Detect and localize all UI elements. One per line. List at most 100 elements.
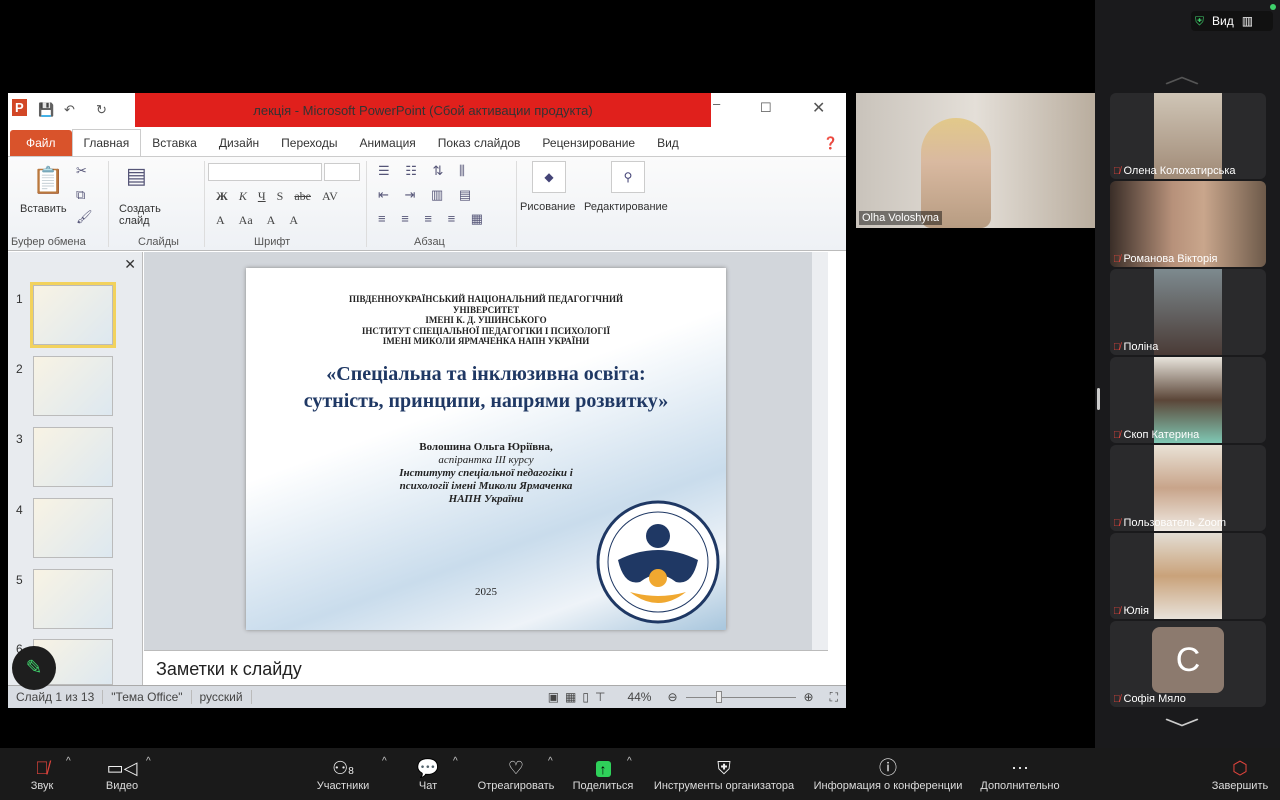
slide-author-line: психології імені Миколи Ярмаченка: [399, 479, 573, 492]
video-options-caret[interactable]: ^: [146, 756, 151, 767]
slide-thumbnail[interactable]: [33, 498, 113, 558]
indent-icons[interactable]: ⇤ ⇥ ▥ ▤: [378, 187, 477, 203]
panel-resize-handle[interactable]: [1097, 388, 1100, 410]
participants-button[interactable]: ⚇8 Участники: [312, 748, 374, 800]
participant-tile[interactable]: C 🎙̸ Софія Мяло: [1110, 621, 1266, 707]
slide-header-line: ІМЕНІ К. Д. УШИНСЬКОГО: [425, 315, 547, 325]
top-right-controls: ⛨ Вид ▥: [1191, 11, 1273, 31]
font-size-select[interactable]: [324, 163, 360, 181]
scroll-down-chevron-icon[interactable]: ﹀: [1164, 712, 1199, 744]
annotate-pencil-icon[interactable]: ✎: [12, 646, 56, 690]
new-slide-button[interactable]: Создать слайд: [119, 203, 169, 227]
share-options-caret[interactable]: ^: [627, 756, 632, 767]
cut-icon[interactable]: ✂: [76, 163, 87, 179]
list-icons[interactable]: ☰ ☷ ⇅ ⫼: [378, 163, 471, 179]
bold-button[interactable]: Ж: [216, 189, 228, 204]
participant-name: Пользователь Zoom: [1123, 517, 1227, 529]
tab-animation[interactable]: Анимация: [348, 136, 426, 156]
participants-options-caret[interactable]: ^: [382, 756, 387, 767]
zoom-out-button[interactable]: ⊖: [659, 690, 685, 704]
powerpoint-window: P 💾 ↶ ↻ лекція - Microsoft PowerPoint (С…: [8, 93, 846, 708]
meeting-info-label: Информация о конференции: [813, 780, 963, 792]
audio-options-caret[interactable]: ^: [66, 756, 71, 767]
slide-thumbnail[interactable]: [33, 356, 113, 416]
change-case-button[interactable]: Aa: [239, 213, 253, 228]
font-name-select[interactable]: [208, 163, 322, 181]
format-painter-icon[interactable]: 🖌: [76, 209, 93, 225]
vertical-scrollbar[interactable]: [812, 252, 828, 650]
slide-notes[interactable]: Заметки к слайду: [144, 650, 828, 685]
font-color-button[interactable]: A: [216, 213, 225, 228]
tab-home[interactable]: Главная: [71, 129, 142, 156]
zoom-slider[interactable]: [685, 690, 796, 703]
slide-thumbnail[interactable]: [33, 427, 113, 487]
speaker-video[interactable]: Olha Voloshyna: [856, 93, 1095, 228]
strikethrough-button[interactable]: abe: [294, 189, 311, 204]
save-icon[interactable]: 💾: [38, 102, 54, 118]
chat-button[interactable]: 💬 Чат: [414, 748, 442, 800]
zoom-in-button[interactable]: ⊕: [796, 690, 822, 704]
view-button[interactable]: Вид: [1212, 14, 1234, 28]
end-meeting-button[interactable]: ⬡ Завершить: [1208, 748, 1272, 800]
tab-slideshow[interactable]: Показ слайдов: [427, 136, 532, 156]
participant-tile[interactable]: 🎙̸ Скоп Катерина: [1110, 357, 1266, 443]
react-options-caret[interactable]: ^: [548, 756, 553, 767]
close-pane-icon[interactable]: ✕: [124, 256, 136, 273]
italic-button[interactable]: К: [239, 189, 247, 204]
react-button[interactable]: ♡ Отреагировать: [472, 748, 560, 800]
tab-insert[interactable]: Вставка: [141, 136, 208, 156]
view-layout-icon[interactable]: ▥: [1242, 14, 1253, 28]
status-bar: Слайд 1 из 13 "Тема Office" русский ▣▦▯⊤…: [8, 685, 846, 708]
fit-to-window-button[interactable]: ⛶: [822, 690, 846, 705]
new-slide-icon[interactable]: ▤: [126, 163, 147, 189]
drawing-icon[interactable]: ◆: [532, 161, 566, 193]
participant-name: Поліна: [1123, 341, 1159, 353]
view-buttons[interactable]: ▣▦▯⊤: [540, 690, 620, 704]
audio-label: Звук: [30, 780, 54, 792]
tab-design[interactable]: Дизайн: [208, 136, 270, 156]
minimize-button[interactable]: –: [713, 96, 720, 111]
participant-tile[interactable]: 🎙̸ Пользователь Zoom: [1110, 445, 1266, 531]
tab-file[interactable]: Файл: [10, 130, 72, 156]
meeting-info-button[interactable]: ⓘ Информация о конференции: [810, 748, 966, 800]
paste-button[interactable]: Вставить: [20, 203, 67, 215]
tab-review[interactable]: Рецензирование: [531, 136, 646, 156]
host-tools-button[interactable]: ⛨ Инструменты организатора: [648, 748, 800, 800]
shadow-button[interactable]: S: [277, 189, 284, 204]
participant-tile[interactable]: 🎙̸ Романова Вікторія: [1110, 181, 1266, 267]
undo-icon[interactable]: ↶: [64, 102, 75, 118]
tab-transitions[interactable]: Переходы: [270, 136, 348, 156]
slide-thumbnails-pane[interactable]: ✕ 1 2 3 4 5 6: [8, 252, 143, 685]
slide-thumbnail[interactable]: [30, 282, 116, 348]
tab-view[interactable]: Вид: [646, 136, 690, 156]
copy-icon[interactable]: ⧉: [76, 187, 85, 203]
group-clipboard: Буфер обмена: [11, 236, 86, 248]
video-button[interactable]: ▭◁ Видео: [100, 748, 144, 800]
scroll-up-chevron-icon[interactable]: ︿: [1164, 58, 1199, 90]
more-button[interactable]: ⋯ Дополнительно: [976, 748, 1064, 800]
redo-icon[interactable]: ↻: [96, 102, 107, 118]
chat-options-caret[interactable]: ^: [453, 756, 458, 767]
editing-button[interactable]: Редактирование: [584, 201, 668, 213]
binoculars-icon[interactable]: ⚲: [611, 161, 645, 193]
current-slide[interactable]: ПІВДЕННОУКРАЇНСЬКИЙ НАЦІОНАЛЬНИЙ ПЕДАГОГ…: [246, 268, 726, 630]
shrink-font-button[interactable]: A: [289, 213, 298, 228]
align-icons[interactable]: ≡ ≡ ≡ ≡ ▦: [378, 211, 489, 227]
audio-button[interactable]: 🎙̸ Звук: [22, 748, 62, 800]
participant-tile[interactable]: 🎙̸ Юлія: [1110, 533, 1266, 619]
host-tools-label: Инструменты организатора: [653, 780, 795, 792]
maximize-button[interactable]: ☐: [760, 100, 772, 116]
spacing-button[interactable]: AV: [322, 189, 338, 204]
encryption-shield-icon[interactable]: ⛨: [1195, 14, 1204, 29]
participant-tile[interactable]: 🎙̸ Олена Колохатирська: [1110, 93, 1266, 179]
underline-button[interactable]: Ч: [258, 189, 266, 204]
drawing-button[interactable]: Рисование: [520, 201, 575, 213]
help-icon[interactable]: ❓: [815, 136, 846, 156]
slide-author-block: Волошина Ольга Юріївна, аспірантка ІІІ к…: [246, 441, 726, 506]
close-button[interactable]: ✕: [812, 98, 825, 118]
language: русский: [192, 690, 252, 704]
participant-tile[interactable]: 🎙̸ Поліна: [1110, 269, 1266, 355]
paste-icon[interactable]: 📋: [32, 165, 64, 196]
slide-thumbnail[interactable]: [33, 569, 113, 629]
grow-font-button[interactable]: A: [267, 213, 276, 228]
